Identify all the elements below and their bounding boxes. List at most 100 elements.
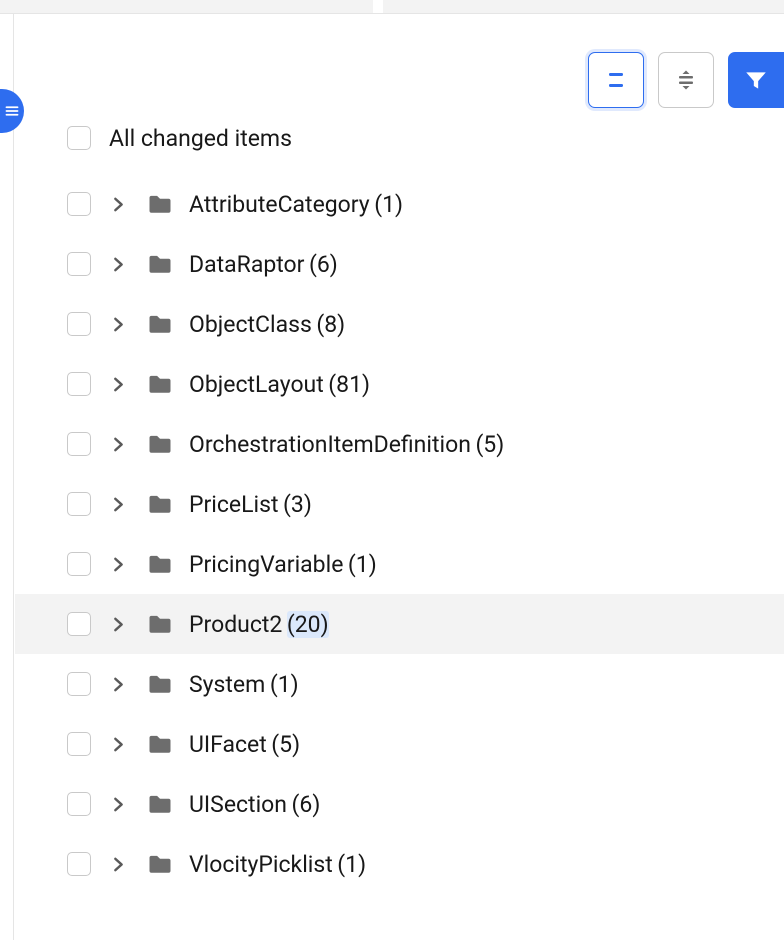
- row-checkbox[interactable]: [67, 192, 91, 216]
- folder-icon: [146, 490, 174, 518]
- folder-icon: [146, 250, 174, 278]
- tree-row[interactable]: ObjectLayout(81): [15, 354, 784, 414]
- row-name: System: [189, 671, 265, 698]
- row-checkbox[interactable]: [67, 852, 91, 876]
- row-count: (1): [374, 191, 403, 218]
- row-label: Product2(20): [189, 611, 329, 638]
- row-checkbox[interactable]: [67, 612, 91, 636]
- row-label: System(1): [189, 671, 299, 698]
- expand-toggle[interactable]: [105, 551, 131, 577]
- row-checkbox[interactable]: [67, 732, 91, 756]
- tree-row[interactable]: VlocityPicklist(1): [15, 834, 784, 894]
- tree-row[interactable]: System(1): [15, 654, 784, 714]
- row-name: ObjectClass: [189, 311, 312, 338]
- folder-icon: [146, 190, 174, 218]
- chevron-right-icon: [111, 317, 126, 332]
- tree-row[interactable]: PricingVariable(1): [15, 534, 784, 594]
- folder-icon-wrap: [145, 549, 175, 579]
- row-name: VlocityPicklist: [189, 851, 333, 878]
- folder-icon: [146, 730, 174, 758]
- expand-toggle[interactable]: [105, 191, 131, 217]
- expand-toggle[interactable]: [105, 491, 131, 517]
- folder-icon-wrap: [145, 369, 175, 399]
- folder-icon-wrap: [145, 669, 175, 699]
- row-checkbox[interactable]: [67, 252, 91, 276]
- expand-lines-icon: [604, 68, 628, 92]
- tree-row[interactable]: UISection(6): [15, 774, 784, 834]
- row-checkbox[interactable]: [67, 552, 91, 576]
- row-name: ObjectLayout: [189, 371, 324, 398]
- tree-row[interactable]: UIFacet(5): [15, 714, 784, 774]
- toolbar: [588, 52, 784, 108]
- expand-toggle[interactable]: [105, 731, 131, 757]
- row-count: (81): [328, 371, 370, 398]
- row-checkbox[interactable]: [67, 492, 91, 516]
- row-count: (8): [316, 311, 345, 338]
- row-count: (6): [309, 251, 338, 278]
- select-all-checkbox[interactable]: [67, 126, 91, 150]
- folder-icon-wrap: [145, 789, 175, 819]
- expand-toggle[interactable]: [105, 431, 131, 457]
- tree-row[interactable]: AttributeCategory(1): [15, 174, 784, 234]
- row-count: (5): [271, 731, 300, 758]
- chevron-right-icon: [111, 497, 126, 512]
- chevron-right-icon: [111, 857, 126, 872]
- row-name: DataRaptor: [189, 251, 304, 278]
- folder-icon-wrap: [145, 429, 175, 459]
- row-count: (1): [348, 551, 377, 578]
- row-count: (20): [287, 611, 329, 638]
- expand-toggle[interactable]: [105, 851, 131, 877]
- folder-icon-wrap: [145, 729, 175, 759]
- chevron-right-icon: [111, 797, 126, 812]
- row-checkbox[interactable]: [67, 672, 91, 696]
- tree-row[interactable]: PriceList(3): [15, 474, 784, 534]
- tree-row[interactable]: ObjectClass(8): [15, 294, 784, 354]
- changed-items-panel: All changed items AttributeCategory(1)Da…: [15, 14, 784, 940]
- chevron-right-icon: [111, 557, 126, 572]
- row-name: OrchestrationItemDefinition: [189, 431, 471, 458]
- tree-row[interactable]: DataRaptor(6): [15, 234, 784, 294]
- row-checkbox[interactable]: [67, 372, 91, 396]
- chevron-right-icon: [111, 677, 126, 692]
- row-label: UISection(6): [189, 791, 320, 818]
- folder-icon: [146, 550, 174, 578]
- expand-toggle[interactable]: [105, 611, 131, 637]
- expand-toggle[interactable]: [105, 311, 131, 337]
- row-name: PricingVariable: [189, 551, 343, 578]
- folder-icon-wrap: [145, 489, 175, 519]
- folder-icon: [146, 670, 174, 698]
- row-checkbox[interactable]: [67, 432, 91, 456]
- row-count: (1): [337, 851, 366, 878]
- row-label: UIFacet(5): [189, 731, 300, 758]
- chevron-right-icon: [111, 197, 126, 212]
- row-label: PricingVariable(1): [189, 551, 377, 578]
- row-count: (3): [283, 491, 312, 518]
- filter-button[interactable]: [728, 52, 784, 108]
- folder-icon: [146, 850, 174, 878]
- expand-toggle[interactable]: [105, 671, 131, 697]
- row-name: AttributeCategory: [189, 191, 370, 218]
- header-row: All changed items: [67, 118, 784, 158]
- folder-icon-wrap: [145, 309, 175, 339]
- expand-toggle[interactable]: [105, 791, 131, 817]
- row-name: PriceList: [189, 491, 279, 518]
- row-checkbox[interactable]: [67, 792, 91, 816]
- folder-icon: [146, 310, 174, 338]
- tree-row[interactable]: OrchestrationItemDefinition(5): [15, 414, 784, 474]
- folder-icon: [146, 430, 174, 458]
- row-label: ObjectLayout(81): [189, 371, 370, 398]
- header-title: All changed items: [109, 125, 292, 152]
- expand-view-button[interactable]: [588, 52, 644, 108]
- row-name: UIFacet: [189, 731, 267, 758]
- expand-toggle[interactable]: [105, 251, 131, 277]
- expand-toggle[interactable]: [105, 371, 131, 397]
- collapse-view-button[interactable]: [658, 52, 714, 108]
- window-left-rail: [0, 14, 14, 940]
- row-checkbox[interactable]: [67, 312, 91, 336]
- tree-row[interactable]: Product2(20): [15, 594, 784, 654]
- chevron-right-icon: [111, 617, 126, 632]
- tree-list: AttributeCategory(1)DataRaptor(6)ObjectC…: [15, 174, 784, 894]
- folder-icon-wrap: [145, 849, 175, 879]
- collapse-lines-icon: [674, 68, 698, 92]
- row-name: UISection: [189, 791, 287, 818]
